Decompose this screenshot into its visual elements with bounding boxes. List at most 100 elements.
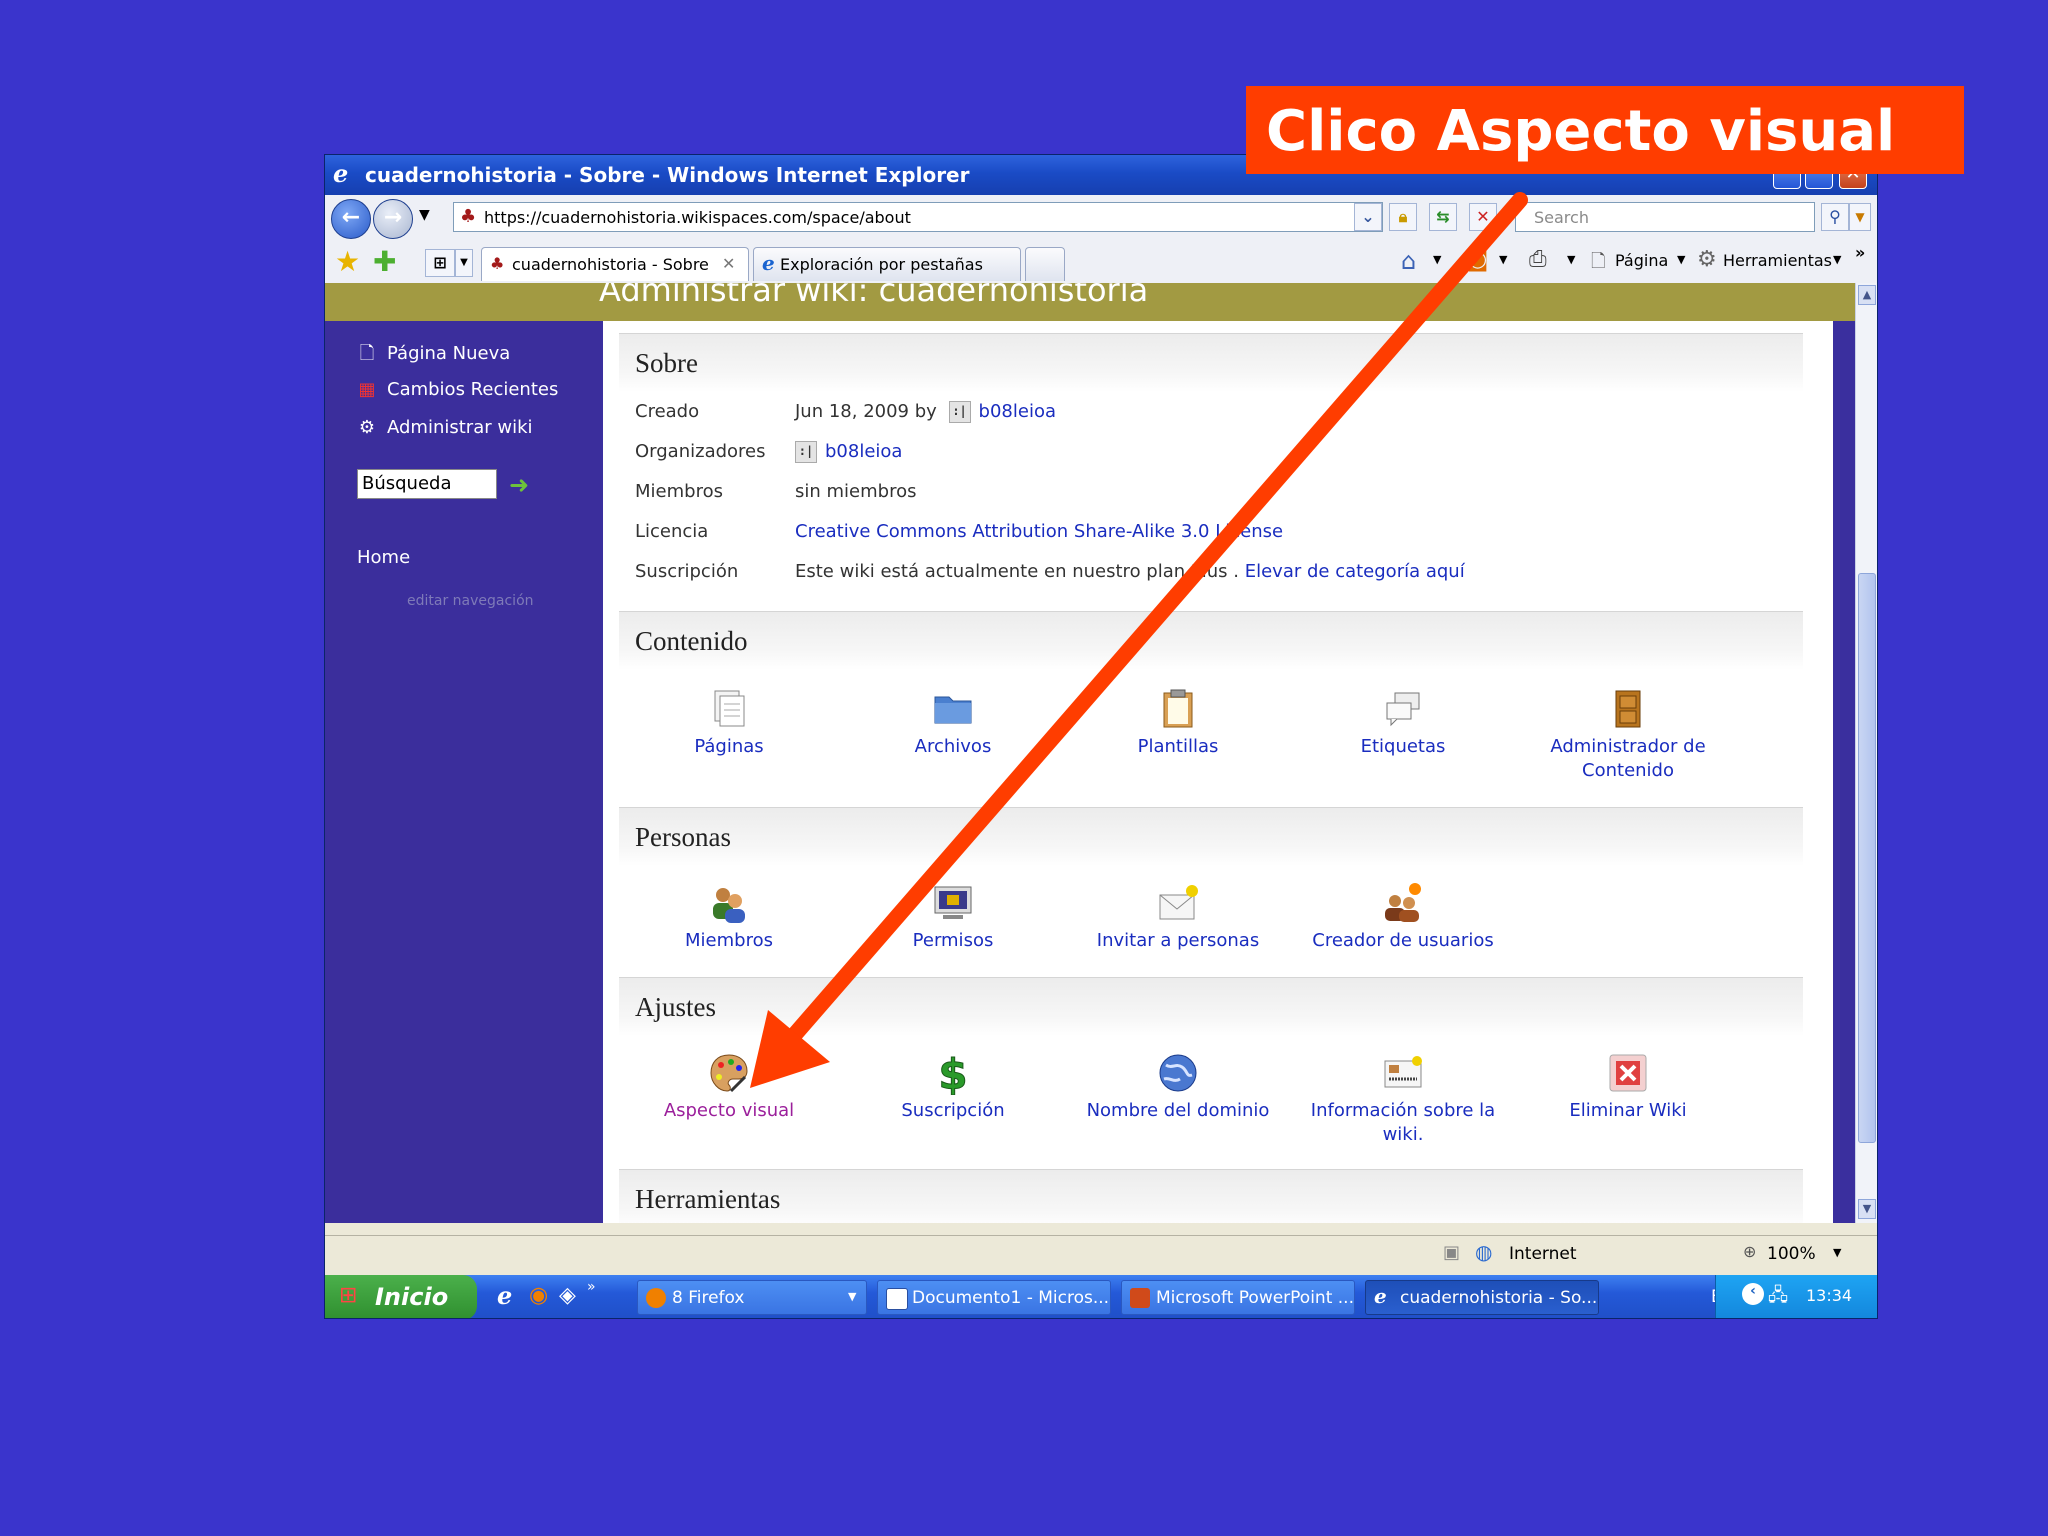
print-icon[interactable]: ⎙ bbox=[1529, 247, 1547, 272]
zoom-icon: ⊕ bbox=[1743, 1242, 1757, 1261]
feeds-dropdown-icon[interactable]: ▼ bbox=[1499, 253, 1507, 266]
people-invitar[interactable]: Invitar a personas bbox=[1068, 881, 1288, 953]
quicklaunch-more-icon[interactable]: » bbox=[587, 1279, 596, 1295]
content-archivos[interactable]: Archivos bbox=[843, 687, 1063, 759]
task-powerpoint[interactable]: Microsoft PowerPoint ... bbox=[1121, 1280, 1355, 1315]
task-word[interactable]: Documento1 - Micros... bbox=[877, 1280, 1111, 1315]
user-avatar-icon: :| bbox=[795, 441, 817, 463]
scroll-down-icon[interactable]: ▼ bbox=[1858, 1199, 1876, 1219]
network-icon[interactable]: 🖧︎ bbox=[1768, 1283, 1788, 1313]
taskbar: ⊞ Inicio e ◉ ◈ » 8 Firefox ▼ Documento1 … bbox=[325, 1275, 1877, 1318]
people-permisos[interactable]: Permisos bbox=[843, 881, 1063, 953]
site-favicon-icon: ♣ bbox=[460, 206, 477, 227]
task-dropdown-icon: ▼ bbox=[848, 1290, 857, 1303]
scroll-thumb[interactable] bbox=[1858, 573, 1876, 1143]
license-link[interactable]: Creative Commons Attribution Share-Alike… bbox=[795, 521, 1283, 542]
tools-menu[interactable]: Herramientas bbox=[1723, 251, 1832, 270]
tab-exploracion[interactable]: e Exploración por pestañas bbox=[753, 247, 1021, 281]
history-dropdown-icon[interactable]: ▼ bbox=[419, 207, 430, 223]
sidebar-item-administrar-wiki[interactable]: ⚙ Administrar wiki bbox=[357, 417, 533, 438]
quicklaunch-ie-icon[interactable]: e bbox=[497, 1281, 512, 1310]
page-menu[interactable]: Página bbox=[1615, 251, 1668, 270]
tools-dropdown-icon[interactable]: ▼ bbox=[1833, 253, 1841, 266]
home-dropdown-icon[interactable]: ▼ bbox=[1433, 253, 1441, 266]
task-label: Documento1 - Micros... bbox=[912, 1288, 1110, 1308]
add-favorite-icon[interactable]: ✚ bbox=[373, 245, 396, 278]
info-card-icon bbox=[1384, 1056, 1422, 1088]
callout-text: Clico Aspecto visual bbox=[1266, 99, 1896, 164]
quicklaunch-firefox-icon[interactable]: ◉ bbox=[529, 1283, 548, 1308]
task-firefox[interactable]: 8 Firefox ▼ bbox=[637, 1280, 867, 1315]
settings-eliminar[interactable]: Eliminar Wiki bbox=[1518, 1051, 1738, 1123]
settings-dominio[interactable]: Nombre del dominio bbox=[1068, 1051, 1288, 1123]
sidebar-item-cambios-recientes[interactable]: ▦ Cambios Recientes bbox=[357, 379, 558, 400]
quicklaunch-app-icon[interactable]: ◈ bbox=[559, 1283, 576, 1308]
address-dropdown-icon[interactable]: ⌄ bbox=[1354, 203, 1382, 231]
calendar-icon: ▦ bbox=[358, 379, 376, 400]
zoom-dropdown-icon[interactable]: ▼ bbox=[1833, 1246, 1841, 1259]
tabs-row: ★ ✚ ⊞ ▼ ♣ cuadernohistoria - Sobre ✕ e E… bbox=[325, 241, 1877, 284]
tab-favicon-icon: ♣ bbox=[490, 254, 505, 273]
organizer-link[interactable]: b08leioa bbox=[825, 441, 902, 462]
window-title: cuadernohistoria - Sobre - Windows Inter… bbox=[365, 163, 970, 187]
tab-cuadernohistoria[interactable]: ♣ cuadernohistoria - Sobre ✕ bbox=[481, 247, 749, 281]
upgrade-link[interactable]: Elevar de categoría aquí bbox=[1245, 561, 1465, 582]
clock: 13:34 bbox=[1806, 1286, 1853, 1305]
creator-link[interactable]: b08leioa bbox=[979, 401, 1056, 422]
favorites-star-icon[interactable]: ★ bbox=[335, 245, 360, 278]
address-url: https://cuadernohistoria.wikispaces.com/… bbox=[484, 208, 911, 227]
search-options-icon[interactable]: ▼ bbox=[1849, 203, 1871, 231]
members-icon bbox=[713, 888, 745, 923]
sidebar-home-link[interactable]: Home bbox=[357, 547, 410, 568]
lock-icon[interactable]: 🔒︎ bbox=[1389, 203, 1417, 231]
tray-expand-icon[interactable]: ‹ bbox=[1742, 1283, 1764, 1305]
chevron-more-icon[interactable]: » bbox=[1855, 243, 1865, 262]
invite-icon bbox=[1159, 885, 1198, 920]
forward-button[interactable]: → bbox=[373, 199, 413, 239]
pages-icon bbox=[714, 690, 745, 727]
zoom-level[interactable]: 100% bbox=[1767, 1244, 1816, 1264]
content-administrador[interactable]: Administrador de Contenido bbox=[1518, 687, 1738, 783]
wiki-banner: Administrar wiki: cuadernohistoria bbox=[325, 283, 1855, 321]
sidebar-search-input[interactable]: Búsqueda bbox=[357, 469, 497, 499]
people-creador[interactable]: Creador de usuarios bbox=[1293, 881, 1513, 953]
sidebar-item-label: Cambios Recientes bbox=[387, 379, 559, 400]
content-paginas[interactable]: Páginas bbox=[619, 687, 839, 759]
quick-tabs-icon[interactable]: ⊞ bbox=[425, 249, 455, 277]
status-bar: ▣ ◍ Internet ⊕ 100% ▼ bbox=[325, 1235, 1877, 1274]
new-tab-button[interactable] bbox=[1025, 247, 1065, 281]
home-icon[interactable]: ⌂ bbox=[1401, 247, 1416, 275]
settings-suscripcion[interactable]: $ Suscripción bbox=[843, 1051, 1063, 1123]
row-label: Suscripción bbox=[635, 561, 739, 582]
page-dropdown-icon[interactable]: ▼ bbox=[1677, 253, 1685, 266]
tab-ie-icon: e bbox=[762, 251, 775, 275]
sidebar-item-pagina-nueva[interactable]: 🗋︎ Página Nueva bbox=[357, 341, 511, 371]
close-tab-icon[interactable]: ✕ bbox=[722, 254, 735, 273]
content-etiquetas[interactable]: Etiquetas bbox=[1293, 687, 1513, 759]
feeds-icon[interactable]: ◙ bbox=[1467, 247, 1488, 272]
content-plantillas[interactable]: Plantillas bbox=[1068, 687, 1288, 759]
dollar-icon: $ bbox=[938, 1051, 968, 1095]
stop-icon[interactable]: ✕ bbox=[1469, 203, 1497, 231]
refresh-icon[interactable]: ⇆ bbox=[1429, 203, 1457, 231]
start-button[interactable]: ⊞ Inicio bbox=[325, 1275, 477, 1318]
ie-logo-icon: e bbox=[333, 159, 349, 188]
search-go-icon[interactable]: ⚲ bbox=[1821, 203, 1849, 231]
settings-aspecto-visual[interactable]: Aspecto visual bbox=[619, 1051, 839, 1123]
tab-list-icon[interactable]: ▼ bbox=[455, 249, 473, 277]
task-ie-active[interactable]: e cuadernohistoria - So... bbox=[1365, 1280, 1599, 1315]
address-bar[interactable]: ♣ https://cuadernohistoria.wikispaces.co… bbox=[453, 202, 1383, 232]
folder-icon bbox=[934, 696, 972, 724]
people-miembros[interactable]: Miembros bbox=[619, 881, 839, 953]
scroll-up-icon[interactable]: ▲ bbox=[1858, 285, 1876, 305]
edit-navigation-link[interactable]: editar navegación bbox=[407, 593, 534, 609]
back-button[interactable]: ← bbox=[331, 199, 371, 239]
vertical-scrollbar[interactable]: ▲ ▼ bbox=[1855, 283, 1877, 1223]
task-label: Microsoft PowerPoint ... bbox=[1156, 1288, 1354, 1308]
print-dropdown-icon[interactable]: ▼ bbox=[1567, 253, 1575, 266]
search-input[interactable]: Search bbox=[1515, 202, 1815, 232]
settings-informacion[interactable]: Información sobre la wiki. bbox=[1293, 1051, 1513, 1147]
search-arrow-icon[interactable]: ➜ bbox=[509, 471, 529, 499]
windows-logo-icon: ⊞ bbox=[339, 1283, 358, 1308]
section-sobre: Sobre Creado Jun 18, 2009 by :| b08leioa … bbox=[619, 333, 1803, 609]
